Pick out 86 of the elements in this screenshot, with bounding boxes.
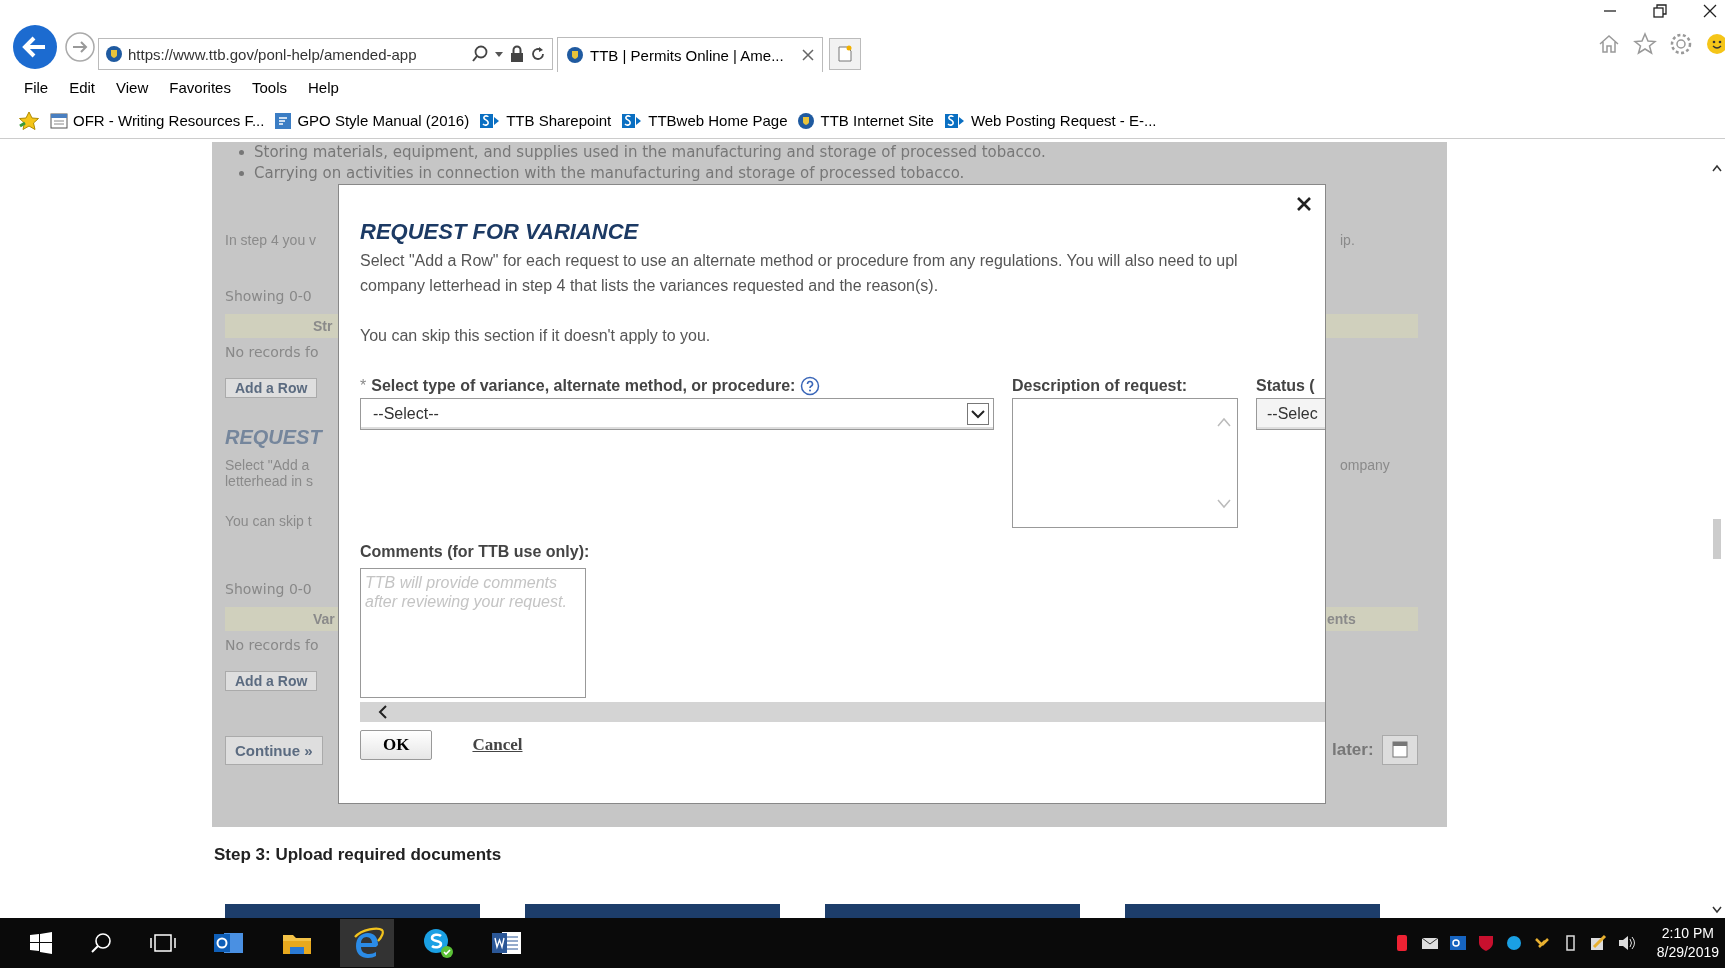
- add-favorite-star-icon[interactable]: [18, 110, 40, 131]
- lock-icon: [509, 45, 525, 63]
- scroll-up-icon[interactable]: [1712, 164, 1722, 172]
- help-icon[interactable]: [800, 376, 821, 396]
- restore-icon[interactable]: [1653, 4, 1667, 18]
- pen-icon[interactable]: [1588, 933, 1607, 953]
- status-select[interactable]: --Selec: [1256, 398, 1325, 430]
- outlook-icon[interactable]: [1448, 933, 1467, 953]
- scroll-down-icon[interactable]: [1712, 906, 1722, 914]
- close-icon[interactable]: [1297, 197, 1311, 211]
- text: ompany: [1340, 457, 1390, 473]
- continue-button[interactable]: Continue »: [225, 735, 323, 765]
- favorite-link[interactable]: OFR - Writing Resources F...: [50, 111, 265, 130]
- dropdown-caret-icon[interactable]: [967, 403, 989, 425]
- speaker-icon[interactable]: [1616, 933, 1635, 953]
- sharepoint-icon: [943, 111, 966, 130]
- word-icon[interactable]: [492, 930, 522, 956]
- star-icon[interactable]: [1633, 32, 1657, 56]
- bullet-text: Carrying on activities in connection with the manufacturing and storage of processed tobacco.: [254, 163, 965, 184]
- favorite-link[interactable]: TTBweb Home Page: [621, 111, 788, 130]
- settings-icon[interactable]: [1669, 32, 1693, 56]
- menu-item[interactable]: Help: [308, 77, 339, 98]
- dropdown-caret-icon[interactable]: [494, 49, 504, 59]
- text: You can skip t: [225, 513, 312, 529]
- save-icon[interactable]: [1381, 735, 1418, 765]
- text: Showing 0-0: [225, 288, 312, 304]
- text: ip.: [1340, 232, 1355, 248]
- text: Showing 0-0: [225, 581, 312, 597]
- document-icon: [274, 111, 293, 130]
- page-icon: [50, 111, 68, 130]
- cancel-link[interactable]: Cancel: [472, 735, 523, 755]
- home-icon[interactable]: [1597, 32, 1621, 56]
- section-heading: Step 3: Upload required documents: [214, 845, 502, 865]
- menu-item[interactable]: View: [116, 77, 149, 98]
- scrollbar-thumb[interactable]: [1713, 519, 1721, 559]
- ok-button[interactable]: OK: [360, 730, 433, 760]
- shield-icon: [105, 45, 123, 63]
- favorite-link[interactable]: GPO Style Manual (2016): [274, 111, 470, 130]
- address-bar[interactable]: https://www.ttb.gov/ponl-help/amended-app: [98, 38, 553, 70]
- menu-item[interactable]: Favorites: [169, 77, 231, 98]
- field-label: Select type of variance, alternate method, or procedure:: [371, 377, 796, 395]
- shield-icon: [566, 46, 584, 64]
- favorite-link[interactable]: TTB Sharepoint: [479, 111, 612, 130]
- bullet-icon: [239, 150, 244, 155]
- scroll-left-icon[interactable]: [378, 705, 388, 719]
- add-row-button[interactable]: Add a Row: [225, 671, 318, 691]
- new-tab-icon: [837, 45, 853, 63]
- dialog-title: REQUEST FOR VARIANCE: [360, 219, 640, 245]
- shield-icon: [797, 111, 816, 130]
- favorite-link[interactable]: Web Posting Request - E-...: [943, 111, 1157, 130]
- date-text: 8/29/2019: [1656, 943, 1719, 962]
- type-select[interactable]: --Select--: [360, 398, 994, 430]
- refresh-icon[interactable]: [530, 46, 546, 62]
- text: letterhead in s: [225, 473, 313, 489]
- bullet-text: Storing materials, equipment, and supplies used in the manufacturing and storage of processed tobacco.: [254, 142, 1046, 163]
- windows-logo-icon[interactable]: [30, 932, 52, 954]
- text: Select "Add a: [225, 457, 310, 473]
- text: No records fo: [225, 344, 319, 360]
- favorite-link[interactable]: TTB Internet Site: [797, 111, 934, 130]
- text: No records fo: [225, 637, 319, 653]
- field-label: Description of request:: [1012, 376, 1189, 396]
- add-row-button[interactable]: Add a Row: [225, 378, 318, 398]
- close-icon[interactable]: [1703, 4, 1717, 18]
- text: later:: [1332, 740, 1374, 760]
- browser-e-icon[interactable]: [340, 919, 394, 967]
- section-heading: REQUEST: [224, 426, 324, 449]
- field-label: Status (: [1256, 376, 1316, 396]
- smiley-icon[interactable]: [1705, 32, 1725, 56]
- bullet-icon: [239, 171, 244, 176]
- paragraph-line: company letterhead in step 4 that lists the variances requested and the reason(s).: [360, 276, 940, 296]
- clock[interactable]: 2:10 PM 8/29/2019: [1644, 924, 1725, 962]
- paragraph-line: Select "Add a Row" for each request to use an alternate method or procedure from any regulations. You will also need to upl: [360, 251, 1239, 271]
- menu-item[interactable]: File: [24, 77, 49, 98]
- time-text: 2:10 PM: [1661, 924, 1714, 943]
- menu-item[interactable]: Tools: [251, 77, 287, 98]
- menu-item[interactable]: Edit: [69, 77, 96, 98]
- horizontal-scrollbar[interactable]: [360, 702, 1325, 722]
- search-icon[interactable]: [471, 45, 489, 63]
- outlook-icon[interactable]: [214, 930, 244, 956]
- text: In step 4 you v: [225, 232, 317, 248]
- task-view-icon[interactable]: [150, 932, 176, 954]
- search-icon[interactable]: [90, 932, 112, 954]
- browser-tab[interactable]: TTB | Permits Online | Ame...: [557, 37, 823, 72]
- field-label: Comments (for TTB use only):: [360, 542, 591, 562]
- shield-icon[interactable]: [1476, 933, 1495, 953]
- required-mark: *: [360, 377, 367, 395]
